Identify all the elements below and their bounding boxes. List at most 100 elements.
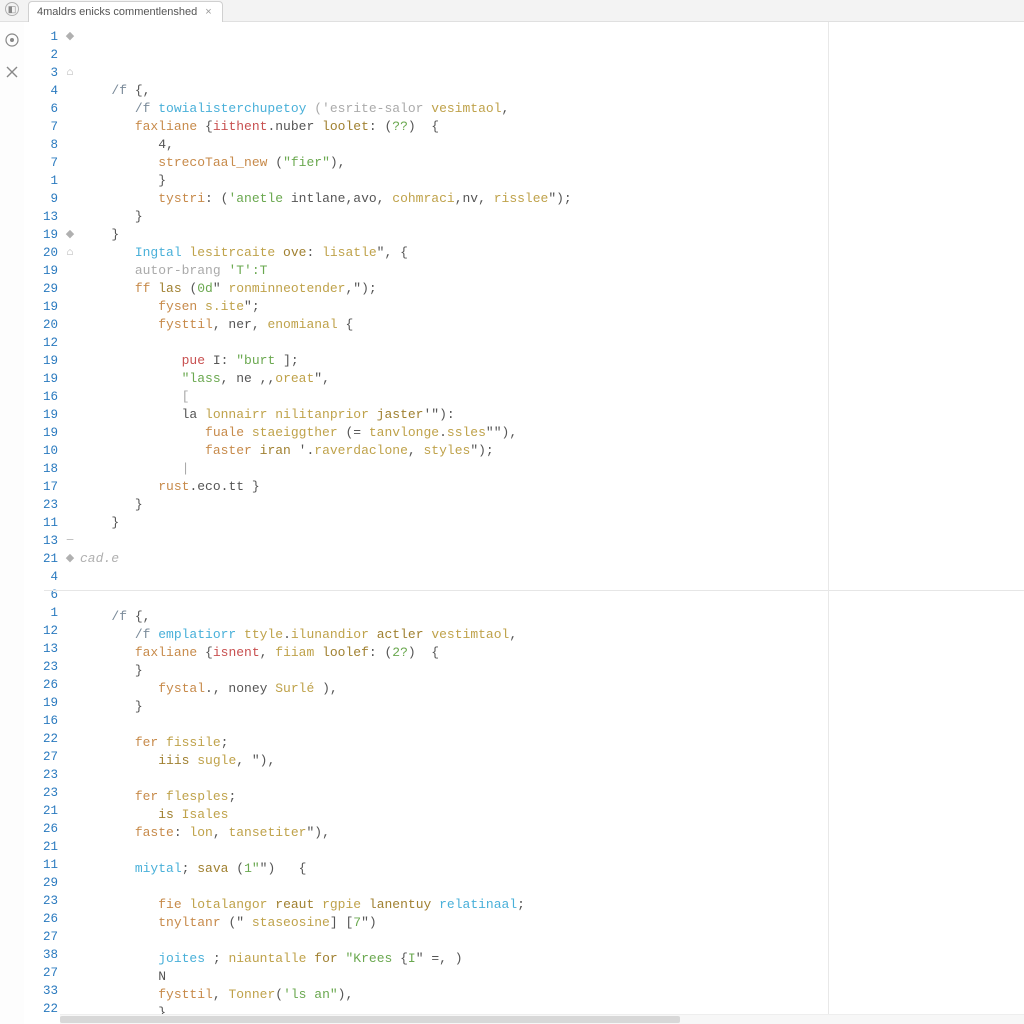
code-editor[interactable]: /f {, /f towialisterchupetoy ('esrite-sa… xyxy=(80,22,1024,1024)
gutter-marker[interactable]: ⌂ xyxy=(60,64,80,82)
code-line[interactable]: /f {, xyxy=(80,608,1024,626)
code-line[interactable] xyxy=(80,590,1024,608)
code-line[interactable]: rust.eco.tt } xyxy=(80,478,1024,496)
code-line[interactable]: 4, xyxy=(80,136,1024,154)
code-line[interactable]: is Isales xyxy=(80,806,1024,824)
code-line[interactable]: fystal., noney Surlé ), xyxy=(80,680,1024,698)
gutter-marker[interactable] xyxy=(60,820,80,838)
code-line[interactable]: faxliane {isnent, fiiam loolef: (2?) { xyxy=(80,644,1024,662)
code-line[interactable] xyxy=(80,770,1024,788)
gutter-marker[interactable]: ◆ xyxy=(60,28,80,46)
gutter-marker[interactable] xyxy=(60,838,80,856)
code-line[interactable]: } xyxy=(80,208,1024,226)
gutter-marker[interactable] xyxy=(60,406,80,424)
gutter-marker[interactable] xyxy=(60,586,80,604)
gutter-marker[interactable] xyxy=(60,208,80,226)
gutter-marker[interactable] xyxy=(60,910,80,928)
code-line[interactable]: } xyxy=(80,514,1024,532)
code-line[interactable]: fysttil, Tonner('ls an"), xyxy=(80,986,1024,1004)
code-line[interactable]: fysttil, ner, enomianal { xyxy=(80,316,1024,334)
gutter-marker[interactable]: ⌂ xyxy=(60,244,80,262)
gutter-marker[interactable] xyxy=(60,964,80,982)
code-line[interactable]: /f towialisterchupetoy ('esrite-salor ve… xyxy=(80,100,1024,118)
code-line[interactable] xyxy=(80,568,1024,586)
line-number-gutter[interactable]: 1234678719131920192919201219191619191018… xyxy=(24,22,60,1024)
scrollbar-thumb[interactable] xyxy=(60,1016,680,1023)
gutter-marker[interactable] xyxy=(60,748,80,766)
gutter-marker[interactable] xyxy=(60,370,80,388)
gutter-marker[interactable] xyxy=(60,928,80,946)
gutter-marker[interactable] xyxy=(60,172,80,190)
code-line[interactable] xyxy=(80,842,1024,860)
code-line[interactable] xyxy=(80,532,1024,550)
close-icon[interactable] xyxy=(4,64,20,80)
gutter-marker[interactable] xyxy=(60,424,80,442)
code-line[interactable]: fer flesples; xyxy=(80,788,1024,806)
code-line[interactable]: la lonnairr nilitanprior jaster'"): xyxy=(80,406,1024,424)
code-line[interactable]: faster iran '.raverdaclone, styles"); xyxy=(80,442,1024,460)
code-line[interactable] xyxy=(80,334,1024,352)
gutter-marker[interactable] xyxy=(60,442,80,460)
gutter-marker[interactable]: ─ xyxy=(60,532,80,550)
code-line[interactable]: Ingtal lesitrcaite ove: lisatle", { xyxy=(80,244,1024,262)
gutter-marker[interactable] xyxy=(60,802,80,820)
gutter-marker[interactable] xyxy=(60,496,80,514)
code-line[interactable]: autor-brang 'T':T xyxy=(80,262,1024,280)
gutter-marker[interactable] xyxy=(60,604,80,622)
gutter-marker[interactable] xyxy=(60,784,80,802)
code-line[interactable]: } xyxy=(80,662,1024,680)
gutter-marker[interactable] xyxy=(60,190,80,208)
gutter-marker[interactable] xyxy=(60,82,80,100)
code-line[interactable] xyxy=(80,932,1024,950)
gutter-marker[interactable] xyxy=(60,118,80,136)
code-line[interactable]: fie lotalangor reaut rgpie lanentuy rela… xyxy=(80,896,1024,914)
gutter-marker[interactable] xyxy=(60,946,80,964)
code-line[interactable] xyxy=(80,878,1024,896)
gutter-marker[interactable] xyxy=(60,334,80,352)
code-line[interactable]: faxliane {iithent.nuber loolet: (??) { xyxy=(80,118,1024,136)
gutter-marker[interactable] xyxy=(60,100,80,118)
gutter-marker[interactable] xyxy=(60,460,80,478)
code-line[interactable]: joites ; niauntalle for "Krees {I" =, ) xyxy=(80,950,1024,968)
code-line[interactable]: } xyxy=(80,172,1024,190)
code-line[interactable]: cad.e xyxy=(80,550,1024,568)
gutter-marker[interactable] xyxy=(60,388,80,406)
gutter-marker[interactable]: ◆ xyxy=(60,550,80,568)
gutter-marker[interactable] xyxy=(60,766,80,784)
fold-marker-gutter[interactable]: ◆⌂◆⌂─◆ xyxy=(60,22,80,1024)
code-line[interactable] xyxy=(80,716,1024,734)
app-menu-icon[interactable]: ◧ xyxy=(5,2,19,16)
code-line[interactable]: fysen s.ite"; xyxy=(80,298,1024,316)
gutter-marker[interactable] xyxy=(60,514,80,532)
gutter-marker[interactable] xyxy=(60,298,80,316)
gutter-marker[interactable] xyxy=(60,712,80,730)
gutter-marker[interactable] xyxy=(60,874,80,892)
gutter-marker[interactable] xyxy=(60,640,80,658)
gutter-marker[interactable] xyxy=(60,280,80,298)
gutter-marker[interactable] xyxy=(60,676,80,694)
code-line[interactable]: } xyxy=(80,496,1024,514)
gutter-marker[interactable] xyxy=(60,478,80,496)
gutter-marker[interactable] xyxy=(60,622,80,640)
gutter-marker[interactable]: ◆ xyxy=(60,226,80,244)
gutter-marker[interactable] xyxy=(60,154,80,172)
code-line[interactable]: iiis sugle, "), xyxy=(80,752,1024,770)
gutter-marker[interactable] xyxy=(60,262,80,280)
tab-close-icon[interactable]: × xyxy=(205,6,211,18)
code-line[interactable]: } xyxy=(80,698,1024,716)
gutter-marker[interactable] xyxy=(60,694,80,712)
code-line[interactable]: } xyxy=(80,226,1024,244)
gutter-marker[interactable] xyxy=(60,316,80,334)
gutter-marker[interactable] xyxy=(60,892,80,910)
code-line[interactable]: N xyxy=(80,968,1024,986)
gutter-marker[interactable] xyxy=(60,46,80,64)
code-line[interactable]: tnyltanr (" staseosine] [7") xyxy=(80,914,1024,932)
horizontal-scrollbar[interactable] xyxy=(60,1014,1024,1024)
code-line[interactable]: miytal; sava (1"") { xyxy=(80,860,1024,878)
gutter-marker[interactable] xyxy=(60,136,80,154)
code-line[interactable]: faste: lon, tansetiter"), xyxy=(80,824,1024,842)
code-line[interactable]: fuale staeiggther (= tanvlonge.ssles""), xyxy=(80,424,1024,442)
gutter-marker[interactable] xyxy=(60,568,80,586)
gutter-marker[interactable] xyxy=(60,730,80,748)
gutter-marker[interactable] xyxy=(60,982,80,1000)
